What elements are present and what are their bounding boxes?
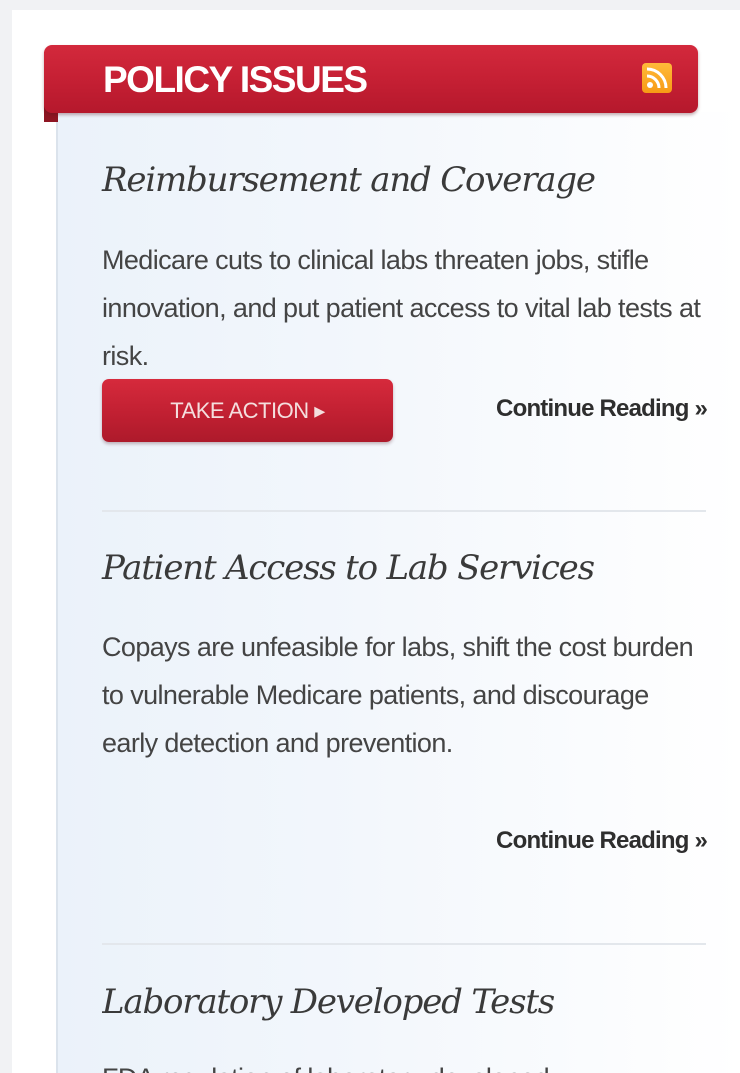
article-summary: FDA regulation of laboratory-developed [102,1054,702,1073]
continue-reading-link[interactable]: Continue Reading » [496,825,708,857]
rss-feed-icon[interactable] [642,63,672,93]
article-reimbursement: Reimbursement and Coverage Medicare cuts… [102,158,708,458]
article-title-link[interactable]: Reimbursement and Coverage [102,158,596,202]
article-summary: Copays are unfeasible for labs, shift th… [102,632,694,758]
article-title-link[interactable]: Patient Access to Lab Services [102,546,595,590]
continue-reading-link[interactable]: Continue Reading » [496,393,708,425]
article-divider [102,510,706,512]
article-title-link[interactable]: Laboratory Developed Tests [102,980,555,1024]
section-title: POLICY ISSUES [103,59,368,100]
article-patient-access: Patient Access to Lab Services Copays ar… [102,546,708,866]
rss-feed-icon-glyph [646,67,668,89]
article-divider [102,943,706,945]
article-laboratory-developed-tests: Laboratory Developed Tests FDA regulatio… [102,980,707,1073]
policy-issues-header: POLICY ISSUES [44,45,698,113]
article-summary: Medicare cuts to clinical labs threaten … [102,245,701,371]
take-action-button[interactable]: TAKE ACTION ▸ [102,379,393,442]
